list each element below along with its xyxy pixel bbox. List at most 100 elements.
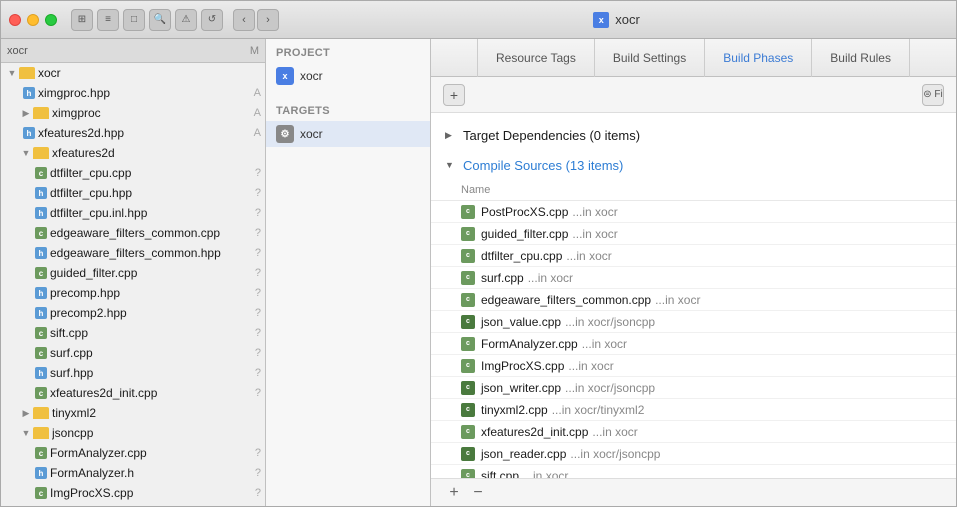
tree-label: jsoncpp [52,426,265,440]
tree-item-dtfilter-cpu-inl[interactable]: h dtfilter_cpu.inl.hpp ? [1,203,265,223]
compile-item-guided-filter[interactable]: c guided_filter.cpp ...in xocr [431,223,956,245]
target-item-label: xocr [300,127,323,141]
tree-item-precomp-hpp[interactable]: h precomp.hpp ? [1,283,265,303]
add-file-button[interactable]: + [445,484,463,502]
cpp-badge-icon: c [461,403,475,417]
h-file-icon: h [35,247,47,259]
search-icon[interactable]: 🔍 [149,9,171,31]
panels-icon[interactable]: □ [123,9,145,31]
compile-path: ...in xocr/tinyxml2 [552,403,645,417]
compile-item-sift[interactable]: c sift.cpp ...in xocr [431,465,956,478]
sidebar-root-label: xocr [7,45,28,57]
right-panel: Resource Tags Build Settings Build Phase… [431,39,956,506]
tree-item-jsoncpp[interactable]: ▼ jsoncpp [1,423,265,443]
compile-item-xfeatures2d-init[interactable]: c xfeatures2d_init.cpp ...in xocr [431,421,956,443]
traffic-lights [9,14,57,26]
maximize-button[interactable] [45,14,57,26]
item-badge: A [254,87,261,99]
h-file-icon: h [35,367,47,379]
file-tree-sidebar: xocr M ▼ xocr h ximgproc.hpp A ▶ [1,39,266,506]
compile-item-imgprocxs[interactable]: c ImgProcXS.cpp ...in xocr [431,355,956,377]
tabs-bar: Resource Tags Build Settings Build Phase… [431,39,956,77]
compile-item-json-value[interactable]: c json_value.cpp ...in xocr/jsoncpp [431,311,956,333]
arrow-icon: ▶ [19,108,33,119]
window-title: xocr [615,12,640,27]
h-file-icon: h [35,187,47,199]
tree-item-ximgproc[interactable]: ▶ ximgproc A [1,103,265,123]
compile-sources-title: Compile Sources (13 items) [463,158,623,173]
tree-label: ximgproc.hpp [38,86,254,100]
compile-sources-list: Name c PostProcXS.cpp ...in xocr c guide… [431,179,956,478]
h-file-icon: h [35,207,47,219]
phases-content[interactable]: ▶ Target Dependencies (0 items) ▼ Compil… [431,113,956,478]
cpp-badge-icon: c [461,315,475,329]
tree-item-imgprocxs-cpp[interactable]: c ImgProcXS.cpp ? [1,483,265,503]
compile-filename: dtfilter_cpu.cpp [481,249,562,263]
tree-label: FormAnalyzer.cpp [50,446,255,460]
col-name-label: Name [461,184,490,196]
tree-item-formanalyzer-h[interactable]: h FormAnalyzer.h ? [1,463,265,483]
compile-path: ...in xocr/jsoncpp [565,315,655,329]
h-file-icon: h [23,87,35,99]
nav-back-button[interactable]: ‹ [233,9,255,31]
compile-item-dtfilter[interactable]: c dtfilter_cpu.cpp ...in xocr [431,245,956,267]
compile-sources-header[interactable]: ▼ Compile Sources (13 items) [431,151,956,179]
tree-item-xfeatures2d[interactable]: ▼ xfeatures2d [1,143,265,163]
tree-item-xfeatures2d-init-cpp[interactable]: c xfeatures2d_init.cpp ? [1,383,265,403]
target-dependencies-header[interactable]: ▶ Target Dependencies (0 items) [431,121,956,149]
warning-icon[interactable]: ⚠ [175,9,197,31]
cpp-badge-icon: c [461,271,475,285]
tree-item-edgeaware-hpp[interactable]: h edgeaware_filters_common.hpp ? [1,243,265,263]
h-file-icon: h [35,307,47,319]
tree-item-surf-cpp[interactable]: c surf.cpp ? [1,343,265,363]
tree-item-precomp2-hpp[interactable]: h precomp2.hpp ? [1,303,265,323]
cpp-badge-icon: c [461,381,475,395]
tree-item-sift-cpp[interactable]: c sift.cpp ? [1,323,265,343]
item-badge: ? [255,467,261,479]
compile-item-formanalyzer[interactable]: c FormAnalyzer.cpp ...in xocr [431,333,956,355]
project-item-xocr[interactable]: x xocr [266,63,430,89]
nav-forward-button[interactable]: › [257,9,279,31]
item-badge: ? [255,307,261,319]
refresh-icon[interactable]: ↺ [201,9,223,31]
tab-build-phases[interactable]: Build Phases [705,39,812,77]
tree-item-xocr-root[interactable]: ▼ xocr [1,63,265,83]
target-item-xocr[interactable]: ⚙ xocr [266,121,430,147]
compile-sources-section: ▼ Compile Sources (13 items) Name c Post… [431,151,956,478]
tree-item-xfeatures2d-hpp[interactable]: h xfeatures2d.hpp A [1,123,265,143]
compile-filename: tinyxml2.cpp [481,403,548,417]
compile-item-json-writer[interactable]: c json_writer.cpp ...in xocr/jsoncpp [431,377,956,399]
tree-label: tinyxml2 [52,406,265,420]
tree-item-tinyxml2[interactable]: ▶ tinyxml2 [1,403,265,423]
compile-item-surf[interactable]: c surf.cpp ...in xocr [431,267,956,289]
tree-item-dtfilter-cpu-hpp[interactable]: h dtfilter_cpu.hpp ? [1,183,265,203]
tree-item-imgprocxs-h[interactable]: h ImgProcXS.h ? [1,503,265,506]
tree-item-edgeaware-cpp[interactable]: c edgeaware_filters_common.cpp ? [1,223,265,243]
close-button[interactable] [9,14,21,26]
compile-item-tinyxml2[interactable]: c tinyxml2.cpp ...in xocr/tinyxml2 [431,399,956,421]
grid-icon[interactable]: ⊞ [71,9,93,31]
list-icon[interactable]: ≡ [97,9,119,31]
compile-path: ...in xocr [582,337,627,351]
project-panel: PROJECT x xocr TARGETS ⚙ xocr [266,39,431,506]
compile-item-json-reader[interactable]: c json_reader.cpp ...in xocr/jsoncpp [431,443,956,465]
tree-item-dtfilter-cpu-cpp[interactable]: c dtfilter_cpu.cpp ? [1,163,265,183]
item-badge: ? [255,207,261,219]
tree-item-surf-hpp[interactable]: h surf.hpp ? [1,363,265,383]
tab-build-settings[interactable]: Build Settings [595,39,705,77]
tab-resource-tags[interactable]: Resource Tags [477,39,595,77]
filter-button[interactable]: ⊜ Fi [922,84,944,106]
tree-item-ximgproc-hpp[interactable]: h ximgproc.hpp A [1,83,265,103]
sidebar-content[interactable]: ▼ xocr h ximgproc.hpp A ▶ ximgproc A [1,63,265,506]
arrow-icon: ▼ [19,148,33,158]
tab-build-rules[interactable]: Build Rules [812,39,910,77]
add-phase-button[interactable]: + [443,84,465,106]
compile-item-edgeaware[interactable]: c edgeaware_filters_common.cpp ...in xoc… [431,289,956,311]
compile-item-postprocxs[interactable]: c PostProcXS.cpp ...in xocr [431,201,956,223]
tree-label: xfeatures2d.hpp [38,126,254,140]
tree-item-guided-filter-cpp[interactable]: c guided_filter.cpp ? [1,263,265,283]
tree-item-formanalyzer-cpp[interactable]: c FormAnalyzer.cpp ? [1,443,265,463]
tree-label: sift.cpp [50,326,255,340]
minimize-button[interactable] [27,14,39,26]
remove-file-button[interactable]: − [469,484,487,502]
